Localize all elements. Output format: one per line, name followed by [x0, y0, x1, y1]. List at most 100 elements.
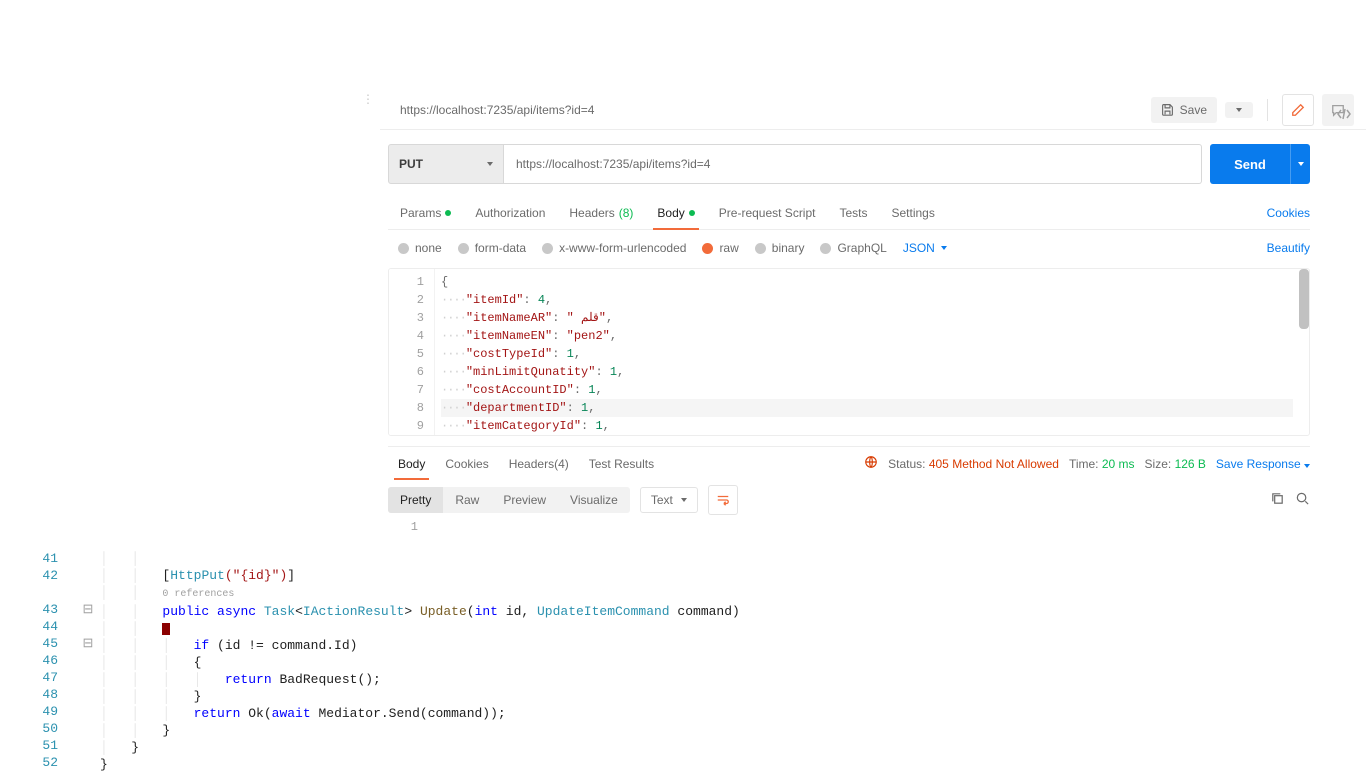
request-body-editor[interactable]: 1 2 3 4 5 6 7 8 9 { ····"itemId": 4, ···…: [388, 268, 1310, 436]
line-number: 45: [0, 635, 58, 652]
time-value: 20 ms: [1102, 457, 1135, 471]
response-format-select[interactable]: Text: [640, 487, 698, 513]
tab-label: Body: [657, 206, 684, 220]
json-value: " قلم": [567, 311, 606, 325]
scrollbar[interactable]: [1299, 269, 1309, 329]
radio-label: x-www-form-urlencoded: [559, 241, 686, 255]
line-number: 44: [0, 618, 58, 635]
json-value: 1: [567, 347, 574, 361]
tab-prerequest[interactable]: Pre-request Script: [707, 196, 828, 229]
response-body[interactable]: 1: [388, 520, 1310, 548]
view-preview[interactable]: Preview: [491, 487, 558, 513]
code-text: return: [194, 706, 241, 721]
view-raw[interactable]: Raw: [443, 487, 491, 513]
line-number: 5: [389, 345, 424, 363]
body-type-form-data[interactable]: form-data: [458, 241, 526, 255]
search-button[interactable]: [1295, 491, 1310, 509]
response-tab-body[interactable]: Body: [388, 447, 435, 480]
ide-code-editor[interactable]: 41 42 43 44 45 46 47 48 49 50 51 52 ⊟ ⊟ …: [0, 550, 1366, 768]
save-button[interactable]: Save: [1151, 97, 1217, 123]
tab-body[interactable]: Body: [645, 196, 706, 229]
tab-tests[interactable]: Tests: [827, 196, 879, 229]
copy-icon: [1270, 491, 1285, 506]
radio-label: GraphQL: [837, 241, 886, 255]
body-type-raw[interactable]: raw: [702, 241, 738, 255]
format-label: JSON: [903, 241, 935, 255]
view-visualize[interactable]: Visualize: [558, 487, 630, 513]
tab-label: Settings: [892, 206, 935, 220]
url-value: https://localhost:7235/api/items?id=4: [516, 157, 710, 171]
chevron-down-icon: [1236, 108, 1242, 112]
body-type-graphql[interactable]: GraphQL: [820, 241, 886, 255]
line-number: 9: [389, 417, 424, 435]
copy-button[interactable]: [1270, 491, 1285, 509]
code-text: }: [131, 740, 139, 755]
tab-label: Test Results: [589, 457, 654, 471]
view-pretty[interactable]: Pretty: [388, 487, 443, 513]
json-value: "pen2": [567, 329, 610, 343]
save-options-button[interactable]: [1225, 102, 1253, 118]
fold-gutter[interactable]: ⊟ ⊟: [80, 550, 96, 768]
editor-content[interactable]: { ····"itemId": 4, ····"itemNameAR": " ق…: [435, 269, 1299, 435]
response-header: Body Cookies Headers (4) Test Results St…: [388, 446, 1310, 480]
code-text: }: [100, 757, 108, 772]
fold-minus-icon[interactable]: ⊟: [80, 601, 96, 618]
code-text: await: [272, 706, 311, 721]
line-number: 50: [0, 720, 58, 737]
line-number: 48: [0, 686, 58, 703]
response-tab-headers[interactable]: Headers (4): [499, 447, 579, 480]
body-type-urlencoded[interactable]: x-www-form-urlencoded: [542, 241, 686, 255]
fold-minus-icon[interactable]: ⊟: [80, 635, 96, 652]
status-dot-icon: [689, 210, 695, 216]
codelens-references[interactable]: 0 references: [162, 589, 234, 600]
size-label: Size:: [1145, 457, 1172, 471]
tab-label: Params: [400, 206, 441, 220]
sidebar-handle[interactable]: ⋮: [362, 92, 366, 98]
save-response-button[interactable]: Save Response: [1216, 457, 1310, 471]
divider: [1267, 99, 1268, 121]
body-type-binary[interactable]: binary: [755, 241, 805, 255]
cookies-link[interactable]: Cookies: [1267, 206, 1310, 220]
view-mode-group: Pretty Raw Preview Visualize: [388, 487, 630, 513]
code-text: (id != command.Id): [209, 638, 357, 653]
response-tab-cookies[interactable]: Cookies: [435, 447, 498, 480]
edit-button[interactable]: [1282, 94, 1314, 126]
tab-params[interactable]: Params: [388, 196, 463, 229]
request-header: https://localhost:7235/api/items?id=4 Sa…: [380, 90, 1366, 130]
request-tab-title: https://localhost:7235/api/items?id=4: [392, 103, 1151, 117]
json-key: "itemId": [466, 293, 524, 307]
method-select[interactable]: PUT: [388, 144, 504, 184]
tab-label: Pre-request Script: [719, 206, 816, 220]
line-number: 7: [389, 381, 424, 399]
send-button[interactable]: Send: [1210, 144, 1290, 184]
code-text: Update: [420, 604, 467, 619]
code-text: int: [475, 604, 498, 619]
code-panel-icon[interactable]: [1336, 106, 1352, 125]
save-icon: [1161, 103, 1174, 116]
send-options-button[interactable]: [1290, 144, 1310, 184]
tab-label: Authorization: [475, 206, 545, 220]
tab-authorization[interactable]: Authorization: [463, 196, 557, 229]
tab-label: Cookies: [445, 457, 488, 471]
json-key: "costAccountID": [466, 383, 574, 397]
url-input[interactable]: https://localhost:7235/api/items?id=4: [504, 144, 1202, 184]
radio-icon: [458, 243, 469, 254]
code-text: id,: [498, 604, 537, 619]
radio-icon: [702, 243, 713, 254]
body-type-none[interactable]: none: [398, 241, 442, 255]
tab-settings[interactable]: Settings: [880, 196, 947, 229]
ide-code[interactable]: │ │ │ │ [HttpPut("{id}")] │ │ 0 referenc…: [100, 550, 1366, 768]
body-format-select[interactable]: JSON: [903, 241, 947, 255]
radio-icon: [542, 243, 553, 254]
wrap-lines-button[interactable]: [708, 485, 738, 515]
radio-icon: [820, 243, 831, 254]
response-tab-tests[interactable]: Test Results: [579, 447, 664, 480]
line-number: 1: [388, 520, 428, 534]
tab-headers[interactable]: Headers (8): [557, 196, 645, 229]
line-number: 3: [389, 309, 424, 327]
line-number: 52: [0, 754, 58, 771]
tab-label: Headers: [569, 206, 614, 220]
beautify-link[interactable]: Beautify: [1267, 241, 1310, 255]
method-label: PUT: [399, 157, 423, 171]
code-text: BadRequest();: [272, 672, 381, 687]
